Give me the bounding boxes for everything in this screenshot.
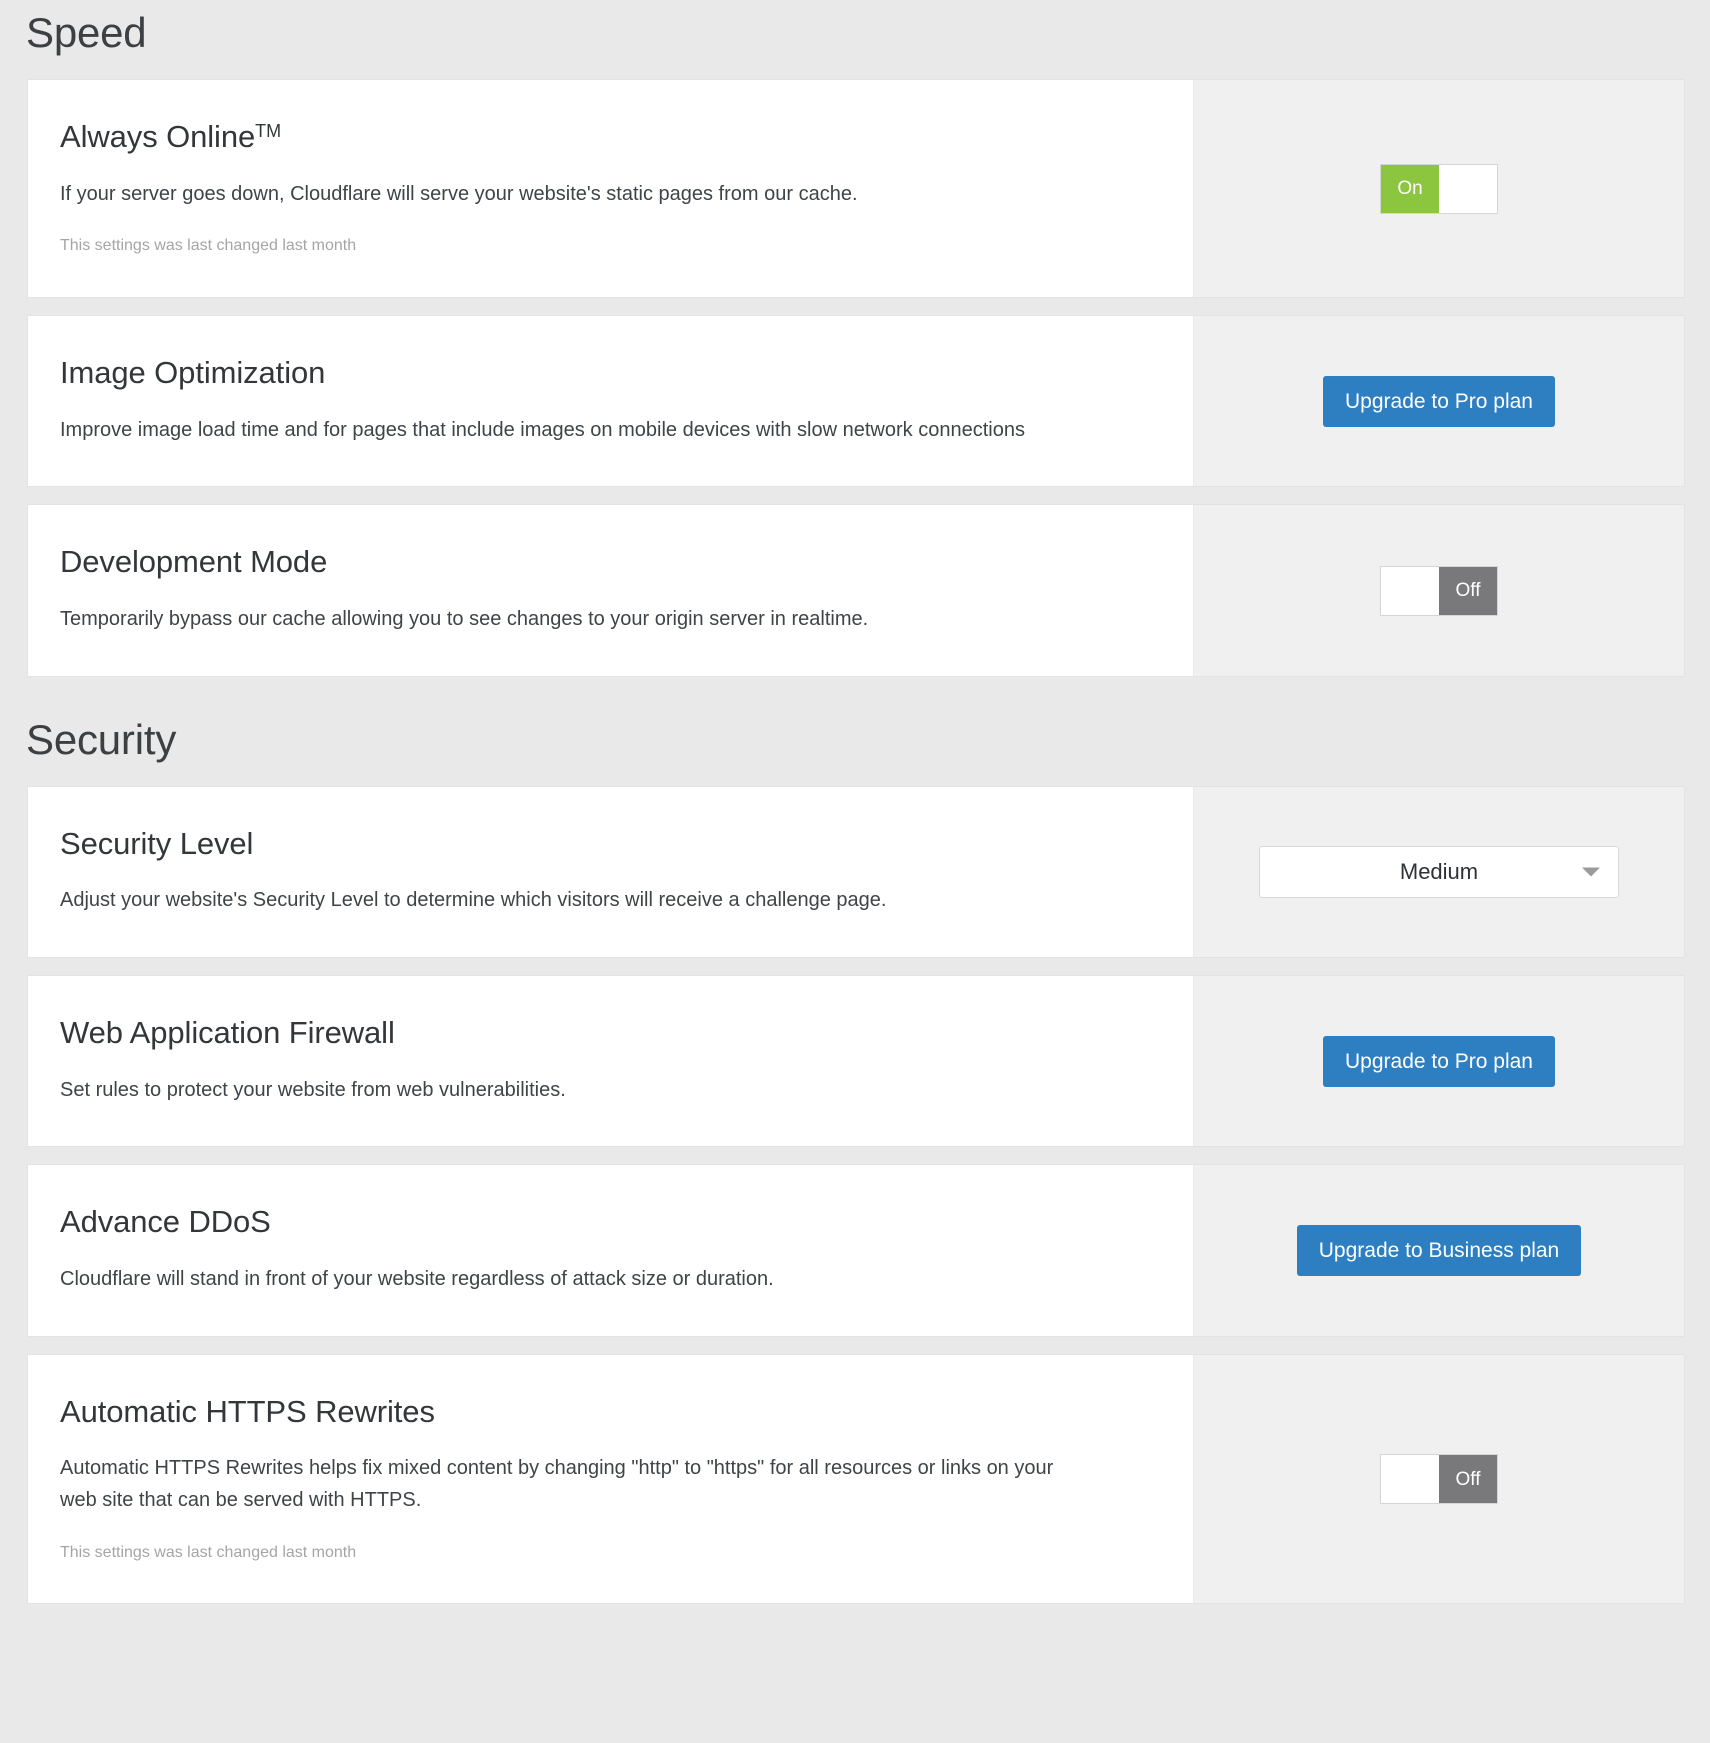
section-heading-security: Security xyxy=(0,695,1710,787)
setting-card-body: Security Level Adjust your website's Secu… xyxy=(28,787,1193,957)
upgrade-button-image-optimization[interactable]: Upgrade to Pro plan xyxy=(1323,376,1555,427)
section-heading-speed: Speed xyxy=(0,0,1710,80)
setting-description: Adjust your website's Security Level to … xyxy=(60,885,1070,917)
setting-control-area: Upgrade to Pro plan xyxy=(1193,976,1684,1146)
trademark-icon: TM xyxy=(255,121,281,141)
setting-description: Set rules to protect your website from w… xyxy=(60,1075,1070,1107)
setting-description: Temporarily bypass our cache allowing yo… xyxy=(60,604,1070,636)
toggle-state-label: Off xyxy=(1439,1455,1497,1503)
setting-description: Improve image load time and for pages th… xyxy=(60,415,1070,447)
setting-control-area: Upgrade to Business plan xyxy=(1193,1165,1684,1335)
setting-card-body: Image Optimization Improve image load tim… xyxy=(28,316,1193,486)
setting-description: If your server goes down, Cloudflare wil… xyxy=(60,179,1070,211)
setting-description: Cloudflare will stand in front of your w… xyxy=(60,1264,1070,1296)
chevron-down-icon xyxy=(1582,867,1600,876)
setting-card-security-level: Security Level Adjust your website's Secu… xyxy=(28,787,1684,957)
setting-card-advance-ddos: Advance DDoS Cloudflare will stand in fro… xyxy=(28,1165,1684,1335)
select-selected-value: Medium xyxy=(1400,861,1478,883)
setting-title-text: Advance DDoS xyxy=(60,1204,271,1239)
toggle-state-label: Off xyxy=(1439,567,1497,615)
setting-title-text: Image Optimization xyxy=(60,355,325,390)
toggle-switch-development-mode[interactable]: Off xyxy=(1380,566,1498,616)
setting-title: Security Level xyxy=(60,827,1159,862)
toggle-state-label: On xyxy=(1381,165,1439,213)
upgrade-button-web-application-firewall[interactable]: Upgrade to Pro plan xyxy=(1323,1036,1555,1087)
setting-control-area: Off xyxy=(1193,1355,1684,1604)
setting-control-area: On xyxy=(1193,80,1684,297)
upgrade-button-advance-ddos[interactable]: Upgrade to Business plan xyxy=(1297,1225,1582,1276)
setting-title: Development Mode xyxy=(60,545,1159,580)
setting-title-text: Web Application Firewall xyxy=(60,1015,395,1050)
setting-card-image-optimization: Image Optimization Improve image load tim… xyxy=(28,316,1684,486)
setting-title: Always OnlineTM xyxy=(60,120,1159,155)
setting-control-area: Off xyxy=(1193,505,1684,675)
setting-card-body: Automatic HTTPS Rewrites Automatic HTTPS … xyxy=(28,1355,1193,1604)
toggle-switch-automatic-https-rewrites[interactable]: Off xyxy=(1380,1454,1498,1504)
setting-title: Image Optimization xyxy=(60,356,1159,391)
setting-title: Web Application Firewall xyxy=(60,1016,1159,1051)
setting-card-body: Always OnlineTM If your server goes down,… xyxy=(28,80,1193,297)
setting-title-text: Automatic HTTPS Rewrites xyxy=(60,1394,435,1429)
setting-control-area: Upgrade to Pro plan xyxy=(1193,316,1684,486)
setting-title-text: Development Mode xyxy=(60,544,327,579)
setting-title: Advance DDoS xyxy=(60,1205,1159,1240)
sections-container: Speed Always OnlineTM If your server goes … xyxy=(0,0,1710,1603)
setting-title: Automatic HTTPS Rewrites xyxy=(60,1395,1159,1430)
setting-title-text: Always Online xyxy=(60,119,255,154)
toggle-knob xyxy=(1381,567,1439,615)
setting-control-area: Medium xyxy=(1193,787,1684,957)
settings-page: Speed Always OnlineTM If your server goes … xyxy=(0,0,1710,1743)
setting-last-changed-note: This settings was last changed last mont… xyxy=(60,236,1159,257)
setting-card-body: Web Application Firewall Set rules to pro… xyxy=(28,976,1193,1146)
setting-card-always-online: Always OnlineTM If your server goes down,… xyxy=(28,80,1684,297)
select-security-level[interactable]: Medium xyxy=(1259,846,1619,898)
setting-card-web-application-firewall: Web Application Firewall Set rules to pro… xyxy=(28,976,1684,1146)
toggle-knob xyxy=(1381,1455,1439,1503)
setting-card-body: Development Mode Temporarily bypass our c… xyxy=(28,505,1193,675)
setting-card-development-mode: Development Mode Temporarily bypass our c… xyxy=(28,505,1684,675)
toggle-knob xyxy=(1439,165,1497,213)
setting-last-changed-note: This settings was last changed last mont… xyxy=(60,1543,1159,1564)
setting-card-body: Advance DDoS Cloudflare will stand in fro… xyxy=(28,1165,1193,1335)
toggle-switch-always-online[interactable]: On xyxy=(1380,164,1498,214)
setting-card-automatic-https-rewrites: Automatic HTTPS Rewrites Automatic HTTPS … xyxy=(28,1355,1684,1604)
setting-title-text: Security Level xyxy=(60,826,253,861)
setting-description: Automatic HTTPS Rewrites helps fix mixed… xyxy=(60,1453,1070,1516)
